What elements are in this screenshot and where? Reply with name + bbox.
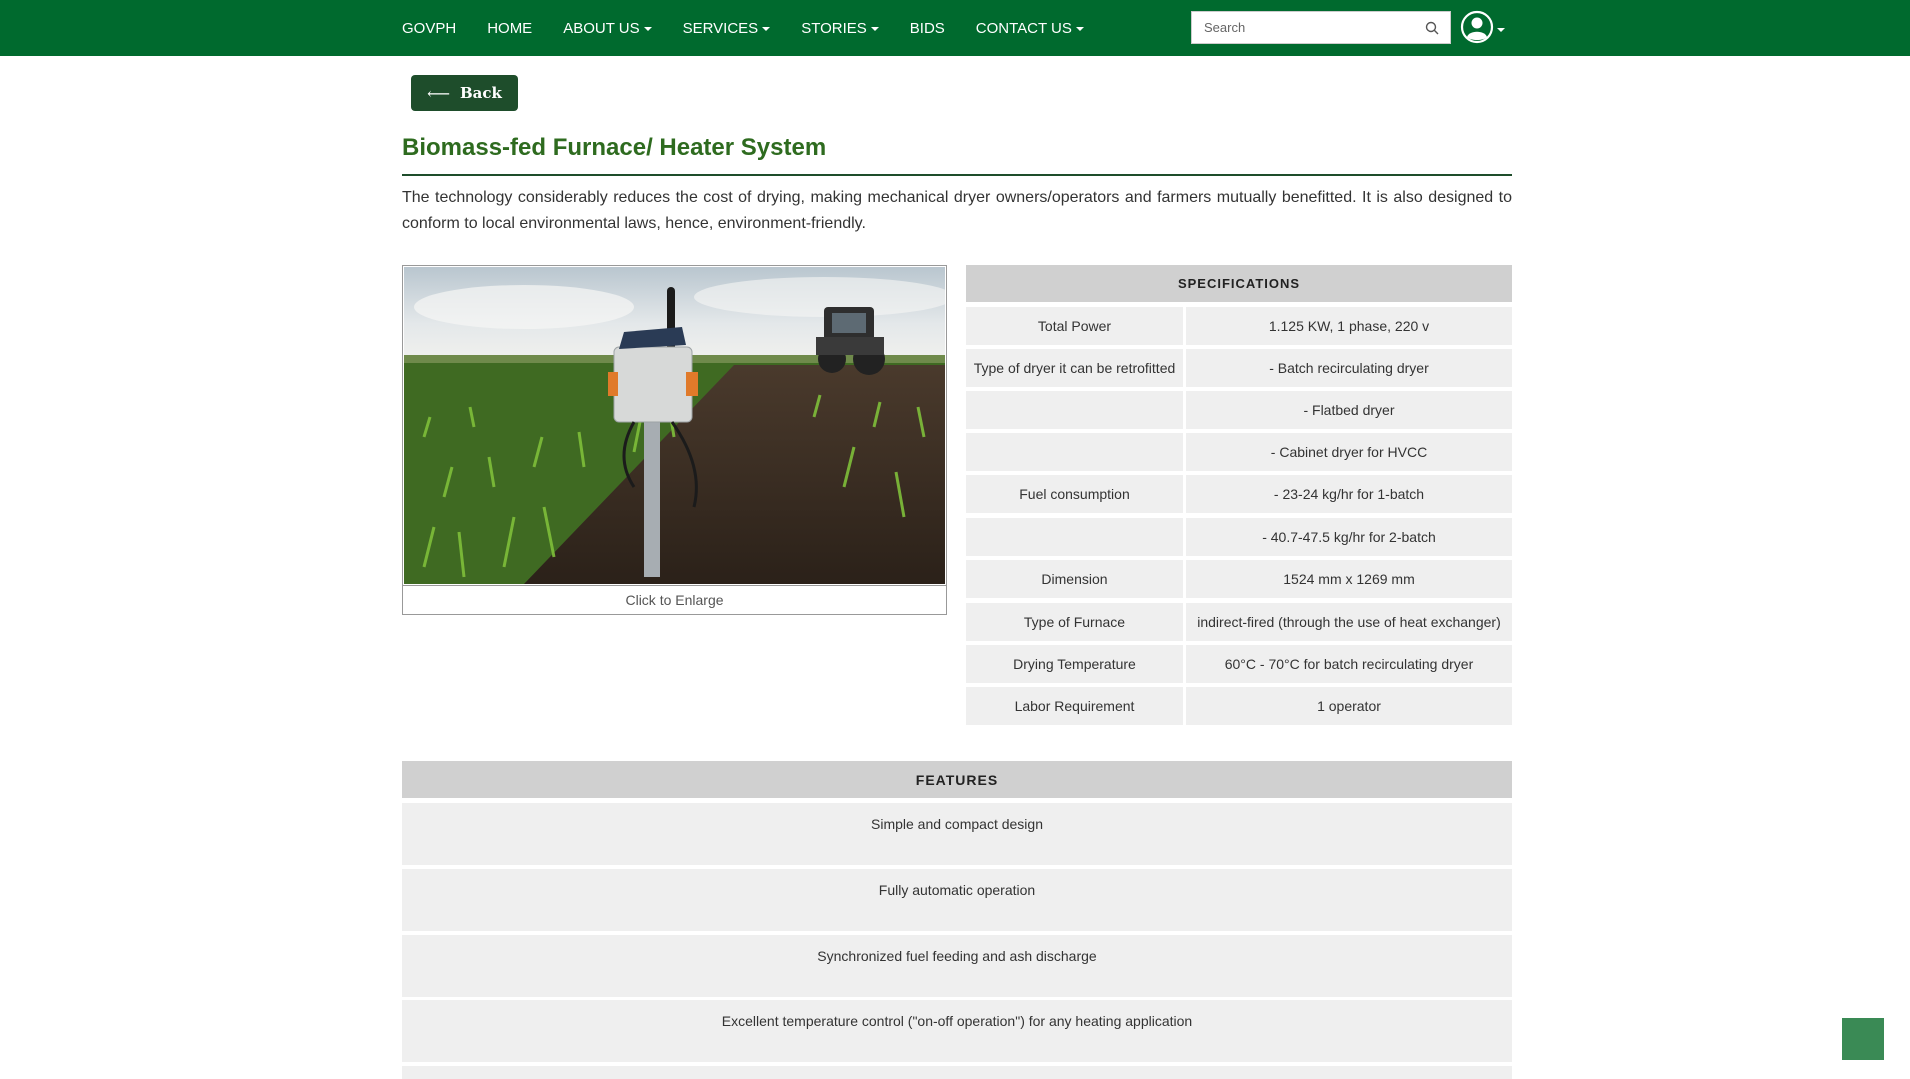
user-menu[interactable] — [1460, 10, 1505, 44]
caret-down-icon — [643, 26, 652, 31]
spec-row: Drying Temperature 60°C - 70°C for batch… — [966, 645, 1512, 683]
search-box — [1191, 11, 1451, 44]
feature-item: Fully automatic operation — [402, 869, 1512, 931]
features-heading: FEATURES — [402, 761, 1512, 798]
arrow-left-icon: ⟵ — [427, 83, 450, 103]
spec-label: Fuel consumption — [966, 475, 1183, 513]
scroll-to-top-button[interactable] — [1842, 1018, 1884, 1060]
product-image-frame: Click to Enlarge — [402, 265, 947, 615]
spec-row: Labor Requirement 1 operator — [966, 687, 1512, 725]
nav-about-us-label: ABOUT US — [563, 19, 640, 37]
nav-contact-us[interactable]: CONTACT US — [976, 20, 1084, 37]
search-input[interactable] — [1192, 12, 1412, 43]
spec-label: Labor Requirement — [966, 687, 1183, 725]
caret-down-icon — [1075, 26, 1084, 31]
spec-row: - Cabinet dryer for HVCC — [966, 433, 1512, 471]
spec-label — [966, 391, 1183, 429]
feature-item-partial — [402, 1066, 1512, 1079]
nav-home-label: HOME — [487, 19, 533, 37]
caret-down-icon — [762, 26, 771, 31]
feature-item: Simple and compact design — [402, 803, 1512, 865]
spec-label: Type of dryer it can be retrofitted — [966, 349, 1183, 387]
nav-services-label: SERVICES — [682, 19, 759, 37]
caret-down-icon — [870, 26, 879, 31]
nav-stories-label: STORIES — [801, 19, 867, 37]
product-image[interactable] — [404, 267, 945, 584]
spec-row: Type of dryer it can be retrofitted - Ba… — [966, 349, 1512, 387]
specifications-heading: SPECIFICATIONS — [966, 265, 1512, 302]
page-description: The technology considerably reduces the … — [402, 189, 1512, 232]
spec-value: - Cabinet dryer for HVCC — [1186, 433, 1512, 471]
main-nav: GOVPH HOME ABOUT US SERVICES STORIES BID… — [402, 0, 1115, 56]
search-icon[interactable] — [1424, 20, 1440, 36]
spec-row: - 40.7-47.5 kg/hr for 2-batch — [966, 518, 1512, 556]
nav-contact-us-label: CONTACT US — [975, 19, 1072, 37]
spec-row: Total Power 1.125 KW, 1 phase, 220 v — [966, 307, 1512, 345]
spec-label: Drying Temperature — [966, 645, 1183, 683]
spec-value: - 40.7-47.5 kg/hr for 2-batch — [1186, 518, 1512, 556]
spec-row: Fuel consumption - 23-24 kg/hr for 1-bat… — [966, 475, 1512, 513]
spec-label: Type of Furnace — [966, 603, 1183, 641]
spec-value: - Flatbed dryer — [1186, 391, 1512, 429]
caret-down-icon — [1497, 28, 1505, 32]
click-to-enlarge-caption[interactable]: Click to Enlarge — [403, 585, 946, 614]
top-navbar: GOVPH HOME ABOUT US SERVICES STORIES BID… — [0, 0, 1910, 56]
nav-services[interactable]: SERVICES — [683, 20, 771, 37]
spec-value: 1.125 KW, 1 phase, 220 v — [1186, 307, 1512, 345]
nav-stories[interactable]: STORIES — [801, 20, 879, 37]
spec-value: - 23-24 kg/hr for 1-batch — [1186, 475, 1512, 513]
spec-label — [966, 518, 1183, 556]
user-circle-icon — [1460, 10, 1494, 44]
nav-govph[interactable]: GOVPH — [402, 20, 456, 37]
spec-value: 60°C - 70°C for batch recirculating drye… — [1186, 645, 1512, 683]
spec-row: Dimension 1524 mm x 1269 mm — [966, 560, 1512, 598]
spec-label: Total Power — [966, 307, 1183, 345]
title-divider — [402, 174, 1512, 176]
spec-row: - Flatbed dryer — [966, 391, 1512, 429]
nav-bids[interactable]: BIDS — [910, 20, 945, 37]
spec-row: Type of Furnace indirect-fired (through … — [966, 603, 1512, 641]
feature-item: Synchronized fuel feeding and ash discha… — [402, 935, 1512, 997]
feature-item: Excellent temperature control ("on-off o… — [402, 1000, 1512, 1062]
spec-label — [966, 433, 1183, 471]
spec-value: 1 operator — [1186, 687, 1512, 725]
nav-about-us[interactable]: ABOUT US — [563, 19, 652, 37]
back-button-label: Back — [460, 84, 502, 102]
spec-value: indirect-fired (through the use of heat … — [1186, 603, 1512, 641]
page-title: Biomass-fed Furnace/ Heater System — [402, 134, 827, 161]
spec-value: - Batch recirculating dryer — [1186, 349, 1512, 387]
nav-bids-label: BIDS — [909, 19, 945, 37]
spec-value: 1524 mm x 1269 mm — [1186, 560, 1512, 598]
spec-label: Dimension — [966, 560, 1183, 598]
nav-govph-label: GOVPH — [402, 19, 457, 37]
nav-home[interactable]: HOME — [487, 20, 532, 37]
back-button[interactable]: ⟵ Back — [411, 75, 518, 111]
